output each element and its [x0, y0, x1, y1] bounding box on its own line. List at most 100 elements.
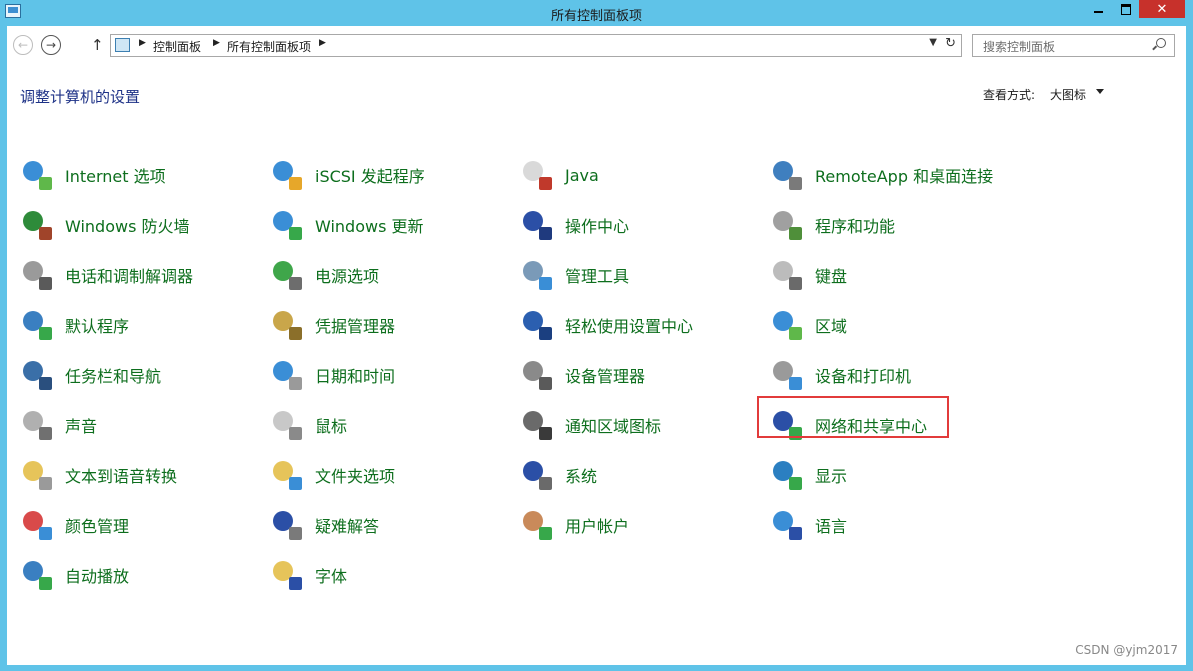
control-panel-item-label[interactable]: 设备和打印机 — [815, 363, 911, 387]
breadcrumb-chevron-icon[interactable]: ▶ — [319, 38, 326, 48]
control-panel-item[interactable]: Internet 选项 — [21, 150, 271, 200]
control-panel-item-label[interactable]: Windows 更新 — [315, 213, 424, 237]
control-panel-item[interactable]: Windows 更新 — [271, 200, 521, 250]
control-panel-item[interactable]: 通知区域图标 — [521, 400, 771, 450]
control-panel-item[interactable]: 操作中心 — [521, 200, 771, 250]
search-box[interactable]: 搜索控制面板 — [972, 34, 1175, 57]
breadcrumb-all-items[interactable]: 所有控制面板项 — [227, 38, 311, 55]
address-dropdown-icon[interactable]: ▼ — [929, 37, 937, 48]
control-panel-item[interactable]: 网络和共享中心 — [757, 396, 1021, 450]
control-panel-item[interactable]: 疑难解答 — [271, 500, 521, 550]
breadcrumb-chevron-icon[interactable]: ▶ — [213, 38, 220, 48]
ease-of-access-icon — [521, 309, 553, 341]
control-panel-item-label[interactable]: 显示 — [815, 463, 847, 487]
control-panel-item[interactable]: 颜色管理 — [21, 500, 271, 550]
up-button[interactable]: ↑ — [91, 36, 104, 54]
control-panel-item[interactable]: Windows 防火墙 — [21, 200, 271, 250]
control-panel-item[interactable]: 轻松使用设置中心 — [521, 300, 771, 350]
control-panel-item-label[interactable]: 电源选项 — [315, 263, 379, 287]
control-panel-item[interactable]: 显示 — [771, 450, 1021, 500]
control-panel-item[interactable]: 文件夹选项 — [271, 450, 521, 500]
maximize-button[interactable] — [1112, 0, 1139, 18]
control-panel-item[interactable]: 声音 — [21, 400, 271, 450]
control-panel-item-label[interactable]: 声音 — [65, 413, 97, 437]
control-panel-item-label[interactable]: 管理工具 — [565, 263, 629, 287]
device-manager-icon — [521, 359, 553, 391]
control-panel-item[interactable]: 管理工具 — [521, 250, 771, 300]
control-panel-item[interactable]: 语言 — [771, 500, 1021, 550]
java-icon — [521, 159, 553, 191]
control-panel-item-label[interactable]: 鼠标 — [315, 413, 347, 437]
refresh-icon[interactable]: ↻ — [945, 36, 956, 51]
control-panel-item-label[interactable]: 文本到语音转换 — [65, 463, 177, 487]
control-panel-item[interactable]: 日期和时间 — [271, 350, 521, 400]
breadcrumb-control-panel[interactable]: 控制面板 — [153, 38, 201, 55]
control-panel-item[interactable]: 自动播放 — [21, 550, 271, 600]
minimize-icon — [1094, 11, 1103, 13]
minimize-button[interactable] — [1085, 0, 1112, 18]
control-panel-item-label[interactable]: 任务栏和导航 — [65, 363, 161, 387]
control-panel-item[interactable]: 键盘 — [771, 250, 1021, 300]
close-icon: ✕ — [1156, 1, 1168, 17]
default-programs-icon — [21, 309, 53, 341]
search-placeholder: 搜索控制面板 — [983, 40, 1056, 54]
control-panel-item-label[interactable]: 语言 — [815, 513, 847, 537]
control-panel-item-label[interactable]: 文件夹选项 — [315, 463, 395, 487]
forward-button[interactable]: → — [41, 35, 61, 55]
control-panel-item[interactable]: 设备管理器 — [521, 350, 771, 400]
control-panel-item-label[interactable]: 操作中心 — [565, 213, 629, 237]
control-panel-item-label[interactable]: 系统 — [565, 463, 597, 487]
control-panel-item[interactable]: Java — [521, 150, 771, 200]
display-icon — [771, 459, 803, 491]
control-panel-item-label[interactable]: 区域 — [815, 313, 847, 337]
title-bar: 所有控制面板项 ✕ — [0, 0, 1193, 26]
control-panel-item-label[interactable]: 默认程序 — [65, 313, 129, 337]
control-panel-item-label[interactable]: 网络和共享中心 — [815, 413, 927, 437]
back-button[interactable]: ← — [13, 35, 33, 55]
control-panel-item[interactable]: 默认程序 — [21, 300, 271, 350]
control-panel-item-label[interactable]: iSCSI 发起程序 — [315, 163, 425, 187]
control-panel-item[interactable]: 电源选项 — [271, 250, 521, 300]
control-panel-item-label[interactable]: 自动播放 — [65, 563, 129, 587]
control-panel-item-label[interactable]: 颜色管理 — [65, 513, 129, 537]
view-by-dropdown[interactable]: 大图标 — [1050, 86, 1086, 103]
control-panel-item[interactable]: 字体 — [271, 550, 521, 600]
close-button[interactable]: ✕ — [1139, 0, 1185, 18]
control-panel-item[interactable]: 用户帐户 — [521, 500, 771, 550]
control-panel-item-label[interactable]: 程序和功能 — [815, 213, 895, 237]
control-panel-item[interactable]: 区域 — [771, 300, 1021, 350]
control-panel-item-label[interactable]: RemoteApp 和桌面连接 — [815, 163, 993, 187]
control-panel-item[interactable]: iSCSI 发起程序 — [271, 150, 521, 200]
control-panel-item-label[interactable]: 字体 — [315, 563, 347, 587]
control-panel-item-label[interactable]: 键盘 — [815, 263, 847, 287]
back-arrow-icon: ← — [17, 38, 29, 52]
control-panel-item[interactable]: 文本到语音转换 — [21, 450, 271, 500]
view-by-caret-icon[interactable] — [1096, 89, 1104, 94]
control-panel-item-label[interactable]: Windows 防火墙 — [65, 213, 190, 237]
control-panel-item[interactable]: 设备和打印机 — [771, 350, 1021, 400]
control-panel-item[interactable]: 系统 — [521, 450, 771, 500]
control-panel-item-label[interactable]: 轻松使用设置中心 — [565, 313, 693, 337]
system-icon — [521, 459, 553, 491]
search-icon[interactable] — [1156, 38, 1166, 48]
user-accounts-icon — [521, 509, 553, 541]
sound-icon — [21, 409, 53, 441]
notification-area-icon — [521, 409, 553, 441]
control-panel-item-label[interactable]: 通知区域图标 — [565, 413, 661, 437]
address-bar[interactable]: ▶ 控制面板 ▶ 所有控制面板项 ▶ ▼ ↻ — [110, 34, 962, 57]
control-panel-item-label[interactable]: 凭据管理器 — [315, 313, 395, 337]
control-panel-item[interactable]: 程序和功能 — [771, 200, 1021, 250]
control-panel-item[interactable]: 任务栏和导航 — [21, 350, 271, 400]
control-panel-item-label[interactable]: Internet 选项 — [65, 163, 166, 187]
breadcrumb-chevron-icon[interactable]: ▶ — [139, 38, 146, 48]
control-panel-item[interactable]: 鼠标 — [271, 400, 521, 450]
control-panel-item[interactable]: 凭据管理器 — [271, 300, 521, 350]
control-panel-item-label[interactable]: 日期和时间 — [315, 363, 395, 387]
control-panel-item-label[interactable]: 疑难解答 — [315, 513, 379, 537]
control-panel-item-label[interactable]: 设备管理器 — [565, 363, 645, 387]
control-panel-item-label[interactable]: Java — [565, 166, 599, 185]
control-panel-item-label[interactable]: 用户帐户 — [565, 513, 629, 537]
control-panel-item-label[interactable]: 电话和调制解调器 — [65, 263, 193, 287]
control-panel-item[interactable]: RemoteApp 和桌面连接 — [771, 150, 1021, 200]
control-panel-item[interactable]: 电话和调制解调器 — [21, 250, 271, 300]
